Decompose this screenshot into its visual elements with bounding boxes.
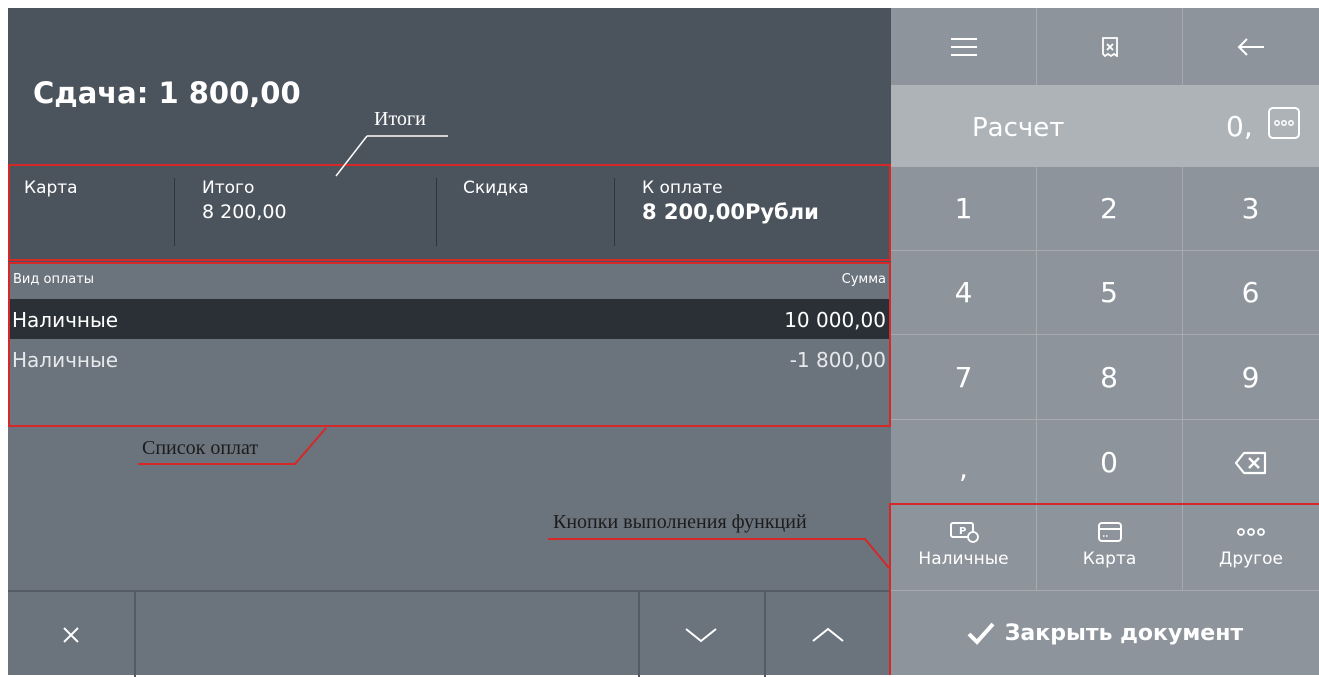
annotation-leaders	[138, 135, 890, 569]
